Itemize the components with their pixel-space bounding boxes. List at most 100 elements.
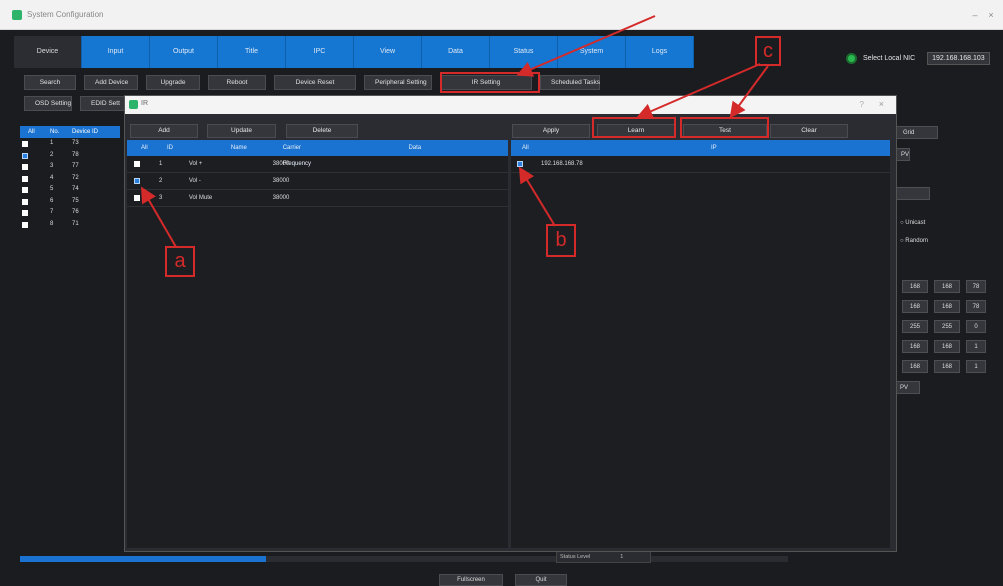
row-no: 4 [50,174,54,181]
pv-field[interactable]: PV [896,148,910,161]
row-checkbox[interactable] [22,187,28,193]
ip-octet-field[interactable]: 168 [934,280,960,293]
ip-target-address: 192.168.168.78 [541,161,583,167]
scheduled-tasks-button[interactable]: Scheduled Tasks [540,75,600,90]
add-button[interactable]: Add [130,124,198,138]
ip-octet-field[interactable]: 168 [902,280,928,293]
row-checkbox[interactable] [22,164,28,170]
tab-logs[interactable]: Logs [626,36,694,68]
tab-ipc[interactable]: IPC [286,36,354,68]
table-row[interactable]: 8 71 [20,219,120,231]
row-device-id: 72 [72,174,79,181]
ip-octet-field[interactable]: 78 [966,280,986,293]
table-row[interactable]: 1 73 [20,138,120,150]
unicast-option[interactable]: ○ Unicast [900,220,925,226]
ir-code-frequency: 38000 [272,195,290,201]
help-icon[interactable]: ? [860,100,864,109]
device-reset-button[interactable]: Device Reset [274,75,356,90]
row-no: 8 [50,220,54,227]
status-text: Status Level [560,554,591,560]
ir-dialog-close-button[interactable]: × [879,99,884,109]
ip-octet-field[interactable]: 78 [966,300,986,313]
tab-data[interactable]: Data [422,36,490,68]
tab-view[interactable]: View [354,36,422,68]
ir-code-checkbox[interactable] [134,161,140,167]
col-data: Data [408,145,422,151]
peripheral-setting-button[interactable]: Peripheral Setting [364,75,432,90]
status-box: Status Level 1 [556,551,651,563]
ir-code-checkbox[interactable] [134,178,140,184]
tab-status[interactable]: Status [490,36,558,68]
table-row[interactable]: 4 72 [20,173,120,185]
row-checkbox[interactable] [22,210,28,216]
row-checkbox[interactable] [22,152,28,159]
tab-system[interactable]: System [558,36,626,68]
ip-octet-field[interactable]: 168 [934,300,960,313]
ir-code-row[interactable]: 3 Vol Mute 38000 [127,190,508,207]
apply-button[interactable]: Apply [512,124,590,138]
ip-octet-field[interactable]: 1 [966,360,986,373]
minimize-button[interactable]: – [968,8,982,22]
close-button[interactable]: × [984,8,998,22]
row-checkbox[interactable] [22,198,28,205]
ip-octet-field[interactable]: 168 [902,340,928,353]
random-option[interactable]: ○ Random [900,238,928,244]
ip-octet-field[interactable]: 168 [934,360,960,373]
ir-code-name: Vol - [188,178,201,184]
mode-field[interactable] [896,187,930,200]
tab-title[interactable]: Title [218,36,286,68]
ir-code-row[interactable]: 1 Vol + 38000 [127,156,508,173]
table-row[interactable]: 2 78 [20,150,120,162]
nic-label: Select Local NIC [863,55,916,62]
ip-target-pane: All IP 192.168.168.78 [511,140,890,548]
row-no: 5 [50,186,54,192]
edid-setting-button[interactable]: EDID Sett [80,96,128,111]
quit-button[interactable]: Quit [515,574,567,586]
reboot-button[interactable]: Reboot [208,75,266,90]
unicast-label: Unicast [905,220,926,226]
row-checkbox[interactable] [22,175,28,182]
add-device-button[interactable]: Add Device [84,75,138,90]
table-row[interactable]: 6 75 [20,196,120,208]
delete-button[interactable]: Delete [286,124,358,138]
row-device-id: 75 [72,197,79,204]
col-all[interactable]: All [20,126,40,138]
progress-bar [20,556,788,562]
pv-field-2[interactable]: PV [896,381,920,394]
ip-octet-field[interactable]: 168 [902,300,928,313]
ip-octet-field[interactable]: 255 [934,320,960,333]
table-row[interactable]: 7 76 [20,207,120,219]
col-all-ir[interactable]: All [127,140,153,156]
table-row[interactable]: 5 74 [20,184,120,196]
table-row[interactable]: 3 77 [20,161,120,173]
ip-target-checkbox[interactable] [517,161,523,167]
window-titlebar: System Configuration – × [0,0,1003,30]
search-button[interactable]: Search [24,75,76,90]
row-no: 1 [50,140,54,146]
upgrade-button[interactable]: Upgrade [146,75,200,90]
row-device-id: 74 [72,186,79,192]
ip-octet-field[interactable]: 168 [934,340,960,353]
nic-status-icon[interactable] [846,53,857,64]
clear-button[interactable]: Clear [770,124,848,138]
update-button[interactable]: Update [207,124,276,138]
ir-code-row[interactable]: 2 Vol - 38000 [127,173,508,190]
osd-setting-button[interactable]: OSD Setting [24,96,72,111]
fullscreen-button[interactable]: Fullscreen [439,574,503,586]
tab-input[interactable]: Input [82,36,150,68]
row-checkbox[interactable] [22,221,28,228]
tab-device[interactable]: Device [14,36,82,68]
ip-octet-field[interactable]: 0 [966,320,986,333]
ir-code-checkbox[interactable] [134,195,140,201]
row-checkbox[interactable] [22,141,28,147]
tab-output[interactable]: Output [150,36,218,68]
device-table: All No. Device ID 1 73 2 78 3 77 4 72 5 74 6 75 7 76 8… [20,126,120,230]
nic-ip-field[interactable]: 192.168.168.103 [927,52,990,65]
col-all-ip[interactable]: All [511,140,541,156]
ip-octet-field[interactable]: 255 [902,320,928,333]
ir-code-frequency: 38000 [272,161,290,167]
ip-target-row[interactable]: 192.168.168.78 [511,156,890,173]
grid-field[interactable]: Grid [896,126,938,139]
ip-octet-field[interactable]: 168 [902,360,928,373]
ip-octet-field[interactable]: 1 [966,340,986,353]
